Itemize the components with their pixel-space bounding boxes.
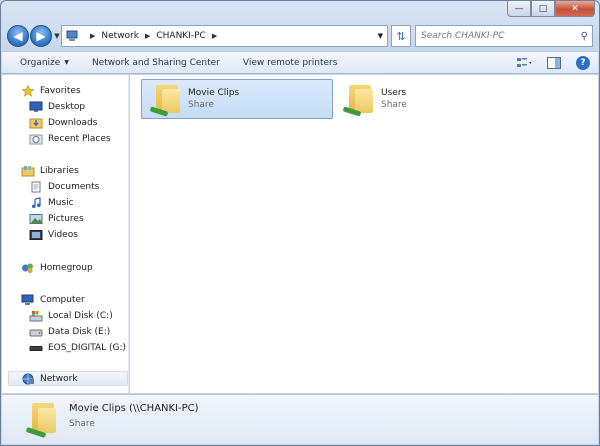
sidebar-label-recent-places: Recent Places — [48, 133, 111, 144]
network-icon — [21, 373, 35, 385]
sidebar-label-libraries: Libraries — [40, 165, 79, 176]
sidebar-item-network[interactable]: Network — [8, 371, 128, 386]
videos-icon — [29, 229, 43, 241]
view-printers-label: View remote printers — [242, 57, 338, 68]
breadcrumb-chanki-pc[interactable]: CHANKI-PC — [156, 31, 205, 41]
list-item-users[interactable]: Users Share — [335, 79, 485, 119]
chevron-right-icon[interactable]: ▶ — [145, 32, 150, 40]
recent-places-icon — [29, 133, 43, 145]
homegroup-icon — [21, 262, 35, 274]
close-button[interactable]: ✕ — [555, 1, 595, 17]
music-icon — [29, 196, 43, 209]
sidebar-item-favorites[interactable]: Favorites — [21, 83, 81, 98]
documents-icon — [29, 181, 43, 193]
sidebar-item-data-disk[interactable]: Data Disk (E:) — [29, 324, 110, 339]
sidebar-item-music[interactable]: Music — [29, 195, 74, 210]
breadcrumb-network[interactable]: Network — [101, 31, 139, 41]
details-pane: Movie Clips (\\CHANKI-PC) Share — [2, 394, 598, 444]
item-name: Users — [381, 88, 407, 98]
pictures-icon — [29, 213, 43, 225]
removable-drive-icon — [29, 342, 43, 354]
explorer-window: — □ ✕ ◀ ▶ ▼ ▶ Network ▶ CHANKI-PC ▶ ▼ ⇅ … — [0, 0, 600, 446]
sidebar-item-downloads[interactable]: Downloads — [29, 115, 97, 130]
details-name: Movie Clips (\\CHANKI-PC) — [69, 403, 199, 414]
sidebar-item-pictures[interactable]: Pictures — [29, 211, 84, 226]
chevron-down-icon[interactable]: ▼ — [378, 32, 383, 40]
shared-folder-icon — [24, 399, 60, 439]
forward-button[interactable]: ▶ — [30, 25, 52, 47]
chevron-right-icon[interactable]: ▶ — [90, 32, 95, 40]
computer-icon — [66, 30, 80, 42]
shared-folder-icon — [148, 81, 182, 117]
sidebar-label-local-disk: Local Disk (C:) — [48, 310, 113, 321]
sidebar-label-videos: Videos — [48, 229, 78, 240]
network-sharing-center-button[interactable]: Network and Sharing Center — [92, 58, 220, 68]
view-remote-printers-button[interactable]: View remote printers — [243, 58, 338, 68]
network-sharing-label: Network and Sharing Center — [91, 57, 220, 68]
sidebar-item-computer[interactable]: Computer — [21, 292, 85, 307]
sidebar-label-computer: Computer — [40, 294, 85, 305]
search-input[interactable] — [421, 31, 571, 41]
computer-icon — [21, 294, 35, 306]
sidebar-label-data-disk: Data Disk (E:) — [48, 326, 111, 337]
shared-folder-icon — [341, 81, 375, 117]
star-icon — [21, 84, 35, 97]
sidebar-item-local-disk[interactable]: Local Disk (C:) — [29, 308, 113, 323]
sidebar-item-videos[interactable]: Videos — [29, 227, 78, 242]
downloads-folder-icon — [29, 117, 43, 129]
toolbar-right: ? — [516, 55, 590, 71]
search-icon[interactable]: ⚲ — [581, 31, 588, 42]
sidebar-label-documents: Documents — [48, 181, 100, 192]
desktop-icon — [29, 101, 43, 113]
organize-label: Organize — [20, 57, 61, 68]
file-list: Movie Clips Share Users Share — [130, 75, 598, 393]
sidebar-label-favorites: Favorites — [40, 85, 81, 96]
sidebar-label-network: Network — [40, 373, 78, 384]
item-name: Movie Clips — [188, 88, 240, 98]
caption-buttons: — □ ✕ — [507, 1, 595, 17]
sidebar-label-downloads: Downloads — [48, 117, 98, 128]
libraries-icon — [21, 165, 35, 177]
sidebar-label-music: Music — [48, 197, 74, 208]
minimize-button[interactable]: — — [507, 1, 531, 17]
address-bar[interactable]: ▶ Network ▶ CHANKI-PC ▶ ▼ — [61, 25, 388, 47]
sidebar-item-eos-digital[interactable]: EOS_DIGITAL (G:) — [29, 340, 126, 355]
sidebar-item-documents[interactable]: Documents — [29, 179, 99, 194]
back-button[interactable]: ◀ — [7, 25, 29, 47]
item-type: Share — [188, 100, 214, 110]
refresh-button[interactable]: ⇅ — [391, 25, 411, 47]
drive-icon — [29, 326, 43, 338]
organize-button[interactable]: Organize ▼ — [20, 58, 69, 68]
sidebar-item-recent-places[interactable]: Recent Places — [29, 131, 111, 146]
drive-icon — [29, 310, 43, 322]
search-box[interactable]: ⚲ — [415, 25, 593, 47]
list-item-movie-clips[interactable]: Movie Clips Share — [141, 79, 333, 119]
chevron-down-icon: ▼ — [64, 59, 69, 66]
sidebar-label-pictures: Pictures — [48, 213, 84, 224]
sidebar-item-desktop[interactable]: Desktop — [29, 99, 85, 114]
item-type: Share — [381, 100, 407, 110]
preview-pane-icon[interactable] — [546, 55, 562, 71]
sidebar-item-libraries[interactable]: Libraries — [21, 163, 79, 178]
details-type: Share — [69, 419, 95, 429]
maximize-button[interactable]: □ — [531, 1, 555, 17]
sidebar-label-homegroup: Homegroup — [40, 262, 93, 273]
sidebar-item-homegroup[interactable]: Homegroup — [21, 260, 93, 275]
pane-divider[interactable] — [128, 75, 129, 393]
command-bar: Organize ▼ Network and Sharing Center Vi… — [2, 51, 598, 74]
help-icon[interactable]: ? — [576, 56, 590, 70]
sidebar-label-desktop: Desktop — [48, 101, 86, 112]
navigation-bar: ◀ ▶ ▼ ▶ Network ▶ CHANKI-PC ▶ ▼ ⇅ ⚲ — [7, 23, 593, 49]
chevron-right-icon[interactable]: ▶ — [212, 32, 217, 40]
navigation-pane: Favorites Desktop Downloads Recent Place… — [2, 75, 129, 393]
change-view-icon[interactable] — [516, 55, 532, 71]
sidebar-label-eos-digital: EOS_DIGITAL (G:) — [48, 342, 127, 353]
